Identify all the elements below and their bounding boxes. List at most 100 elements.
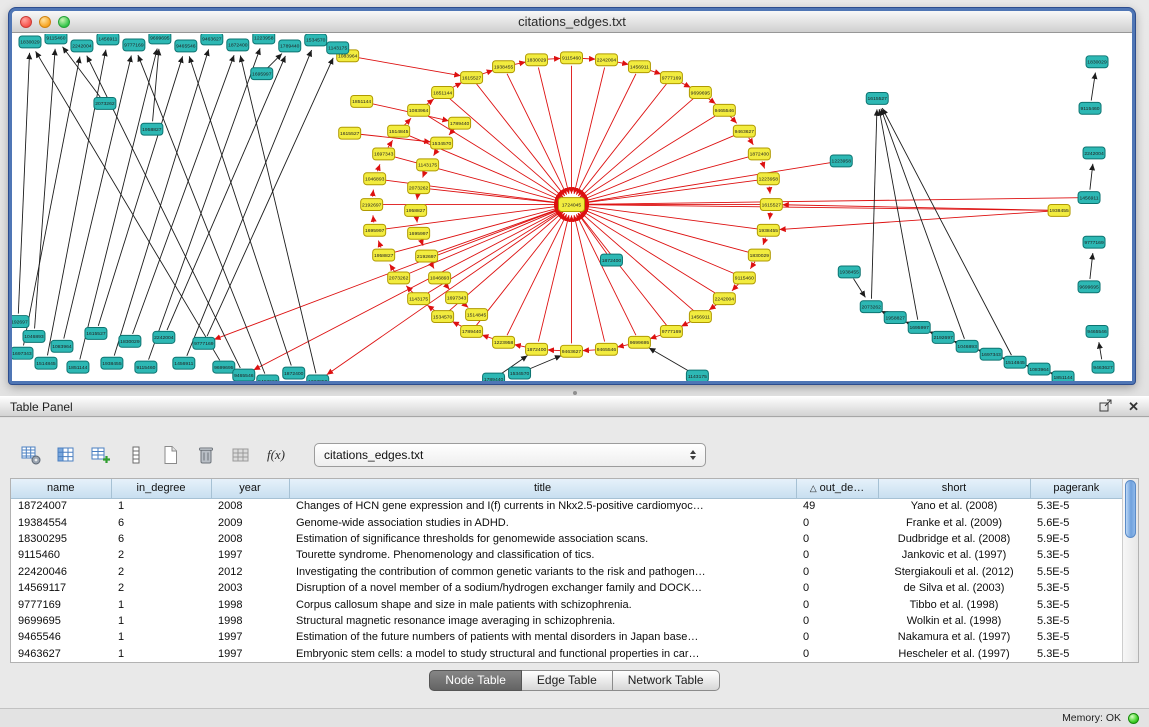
graph-node[interactable]: 1697343 <box>446 292 468 304</box>
graph-node[interactable]: 9463627 <box>201 34 223 45</box>
graph-edge[interactable] <box>770 212 771 219</box>
column-header-year[interactable]: year <box>211 479 289 498</box>
table-selector-combobox[interactable]: citations_edges.txt <box>314 443 706 467</box>
graph-node[interactable]: 1615527 <box>760 199 782 211</box>
table-row[interactable]: 1938455462009Genome-wide association stu… <box>11 514 1122 530</box>
graph-node[interactable]: 1958827 <box>884 312 906 324</box>
graph-node[interactable]: 1143175 <box>327 42 349 54</box>
graph-edge[interactable] <box>434 208 561 253</box>
graph-node[interactable]: 1514845 <box>388 125 410 137</box>
graph-node[interactable]: 1697343 <box>373 148 395 160</box>
graph-node[interactable]: 1789440 <box>279 40 301 52</box>
import-table-button[interactable] <box>228 442 254 468</box>
graph-edge[interactable] <box>1099 342 1102 359</box>
graph-edge[interactable] <box>581 115 718 199</box>
graph-node[interactable]: 1046893 <box>23 330 45 342</box>
graph-edge[interactable] <box>769 187 770 194</box>
graph-node[interactable]: 1615527 <box>866 92 888 104</box>
table-row[interactable]: 1872400712008Changes of HCN gene express… <box>11 498 1122 514</box>
graph-node[interactable]: 9699695 <box>689 87 711 99</box>
graph-node[interactable]: 1830029 <box>19 36 41 48</box>
tab-edge-table[interactable]: Edge Table <box>522 670 613 691</box>
graph-edge[interactable] <box>581 210 718 294</box>
graph-node[interactable]: 1697343 <box>12 347 33 359</box>
graph-edge[interactable] <box>582 207 752 253</box>
graph-node[interactable]: 1514845 <box>1004 356 1026 368</box>
graph-node[interactable]: 9465546 <box>713 104 735 116</box>
graph-edge[interactable] <box>762 161 765 168</box>
graph-edge[interactable] <box>574 215 605 341</box>
graph-node[interactable]: 9777169 <box>660 325 682 337</box>
graph-edge[interactable] <box>98 56 182 326</box>
graph-node[interactable]: 1789440 <box>461 325 483 337</box>
graph-node[interactable]: 1872400 <box>526 343 548 355</box>
graph-edge[interactable] <box>373 190 374 197</box>
column-header-name[interactable]: name <box>11 479 111 498</box>
graph-node[interactable]: 9115460 <box>45 34 67 44</box>
graph-node[interactable]: 1851144 <box>432 87 454 99</box>
graph-node[interactable]: 9699695 <box>149 34 171 44</box>
graph-edge[interactable] <box>36 51 220 360</box>
graph-edge[interactable] <box>538 215 569 341</box>
graph-edge[interactable] <box>35 49 56 329</box>
graph-node[interactable]: 1851144 <box>67 361 89 373</box>
graph-node[interactable]: 1872400 <box>600 254 622 266</box>
graph-node[interactable]: 9465546 <box>595 343 617 355</box>
graph-edge[interactable] <box>417 218 418 222</box>
graph-node[interactable]: 2073262 <box>860 301 882 313</box>
graph-node[interactable]: 1456911 <box>173 357 195 369</box>
graph-node[interactable]: 1615527 <box>339 127 361 139</box>
graph-edge[interactable] <box>750 262 755 269</box>
graph-edge[interactable] <box>404 118 411 125</box>
show-columns-button[interactable] <box>53 442 79 468</box>
graph-edge[interactable] <box>390 264 395 271</box>
graph-node[interactable]: 1695997 <box>251 68 273 80</box>
graph-edge[interactable] <box>406 209 561 275</box>
graph-node[interactable]: 1046893 <box>956 340 978 352</box>
graph-node[interactable]: 1958827 <box>373 249 395 261</box>
graph-edge[interactable] <box>417 196 418 200</box>
graph-node[interactable]: 1534570 <box>431 137 453 149</box>
graph-edge[interactable] <box>207 58 333 336</box>
graph-edge[interactable] <box>730 116 737 123</box>
graph-edge[interactable] <box>138 55 265 374</box>
graph-node[interactable]: 1534570 <box>305 34 327 46</box>
graph-edge[interactable] <box>763 238 766 245</box>
graph-node[interactable]: 1615527 <box>461 72 483 84</box>
graph-edge[interactable] <box>18 53 29 314</box>
graph-node[interactable]: 9777169 <box>193 337 215 349</box>
graph-edge[interactable] <box>114 49 208 355</box>
graph-edge[interactable] <box>871 109 876 298</box>
graph-edge[interactable] <box>779 211 1051 230</box>
column-header-out-de-[interactable]: △out_de… <box>796 479 878 498</box>
table-mode-button[interactable] <box>18 442 44 468</box>
graph-node[interactable]: 2242004 <box>71 40 93 52</box>
graph-node[interactable]: 1958827 <box>405 205 427 217</box>
graph-node[interactable]: 9777169 <box>1083 236 1105 248</box>
graph-node[interactable]: 1456911 <box>628 61 650 73</box>
graph-node[interactable]: 1083964 <box>1028 363 1050 375</box>
graph-node[interactable]: 2192697 <box>416 250 438 262</box>
graph-edge[interactable] <box>1090 253 1093 279</box>
table-vertical-scrollbar[interactable] <box>1122 479 1138 662</box>
graph-node[interactable]: 1083964 <box>51 340 73 352</box>
graph-node[interactable]: 1534570 <box>432 311 454 323</box>
graph-node[interactable]: 9699695 <box>1078 281 1100 293</box>
graph-node[interactable]: 9463627 <box>733 125 755 137</box>
table-row[interactable]: 977716911998Corpus callosum shape and si… <box>11 596 1122 612</box>
graph-node[interactable]: 1456911 <box>97 34 119 45</box>
graph-edge[interactable] <box>153 49 159 121</box>
graph-edge[interactable] <box>449 98 564 198</box>
table-row[interactable]: 1830029562008Estimation of significance … <box>11 531 1122 547</box>
graph-node[interactable]: 9699695 <box>628 336 650 348</box>
network-canvas[interactable]: 1724045161552719384551830029911546022420… <box>12 34 1132 381</box>
graph-edge[interactable] <box>356 57 461 76</box>
graph-edge[interactable] <box>388 140 393 147</box>
graph-node[interactable]: 1695997 <box>408 227 430 239</box>
graph-node[interactable]: 9115460 <box>733 272 755 284</box>
graph-edge[interactable] <box>425 115 562 199</box>
graph-edge[interactable] <box>881 109 964 339</box>
column-header-pagerank[interactable]: pagerank <box>1030 479 1122 498</box>
graph-edge[interactable] <box>580 212 695 312</box>
graph-node[interactable]: 9465546 <box>233 369 255 381</box>
